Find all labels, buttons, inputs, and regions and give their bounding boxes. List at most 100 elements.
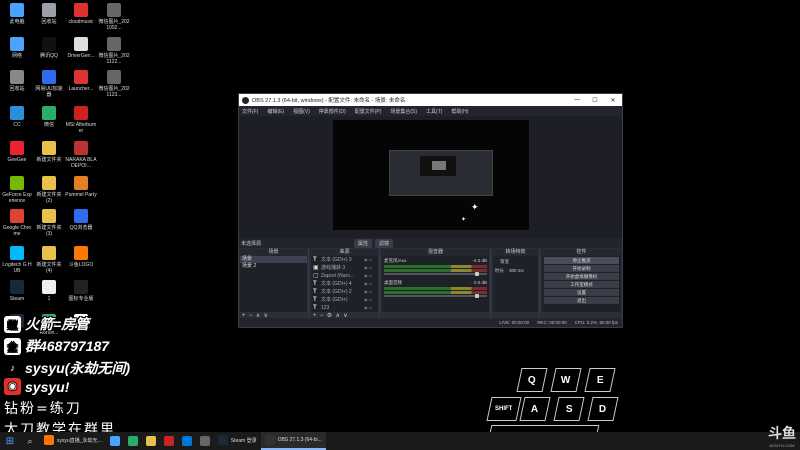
close-button[interactable]: ✕ [604,97,622,104]
desktop-icon[interactable]: QQ浏览器 [65,209,97,231]
menu-scene-collection[interactable]: 场景集合(S) [390,108,417,115]
desktop-icon[interactable]: 新建文件夹 (4) [33,246,65,274]
key-label: E [596,374,604,386]
obs-title: OBS 27.1.3 (64-bit, windows) - 配置文件: 未命名… [252,98,406,104]
app-icon [42,209,56,223]
taskbar-pinned-app[interactable] [142,432,160,450]
control-button[interactable]: 开始录制 [544,265,619,272]
app-icon [42,246,56,260]
control-button[interactable]: 开始虚拟摄像机 [544,273,619,280]
app-icon [107,3,121,17]
menu-docks[interactable]: 停靠部件(D) [319,108,346,115]
minimize-button[interactable]: — [568,97,586,103]
visibility-lock-icons[interactable]: ◉ ▭ [364,304,378,312]
desktop-icon[interactable]: Pummel Party [65,176,97,198]
search-icon[interactable]: ⌕ [20,432,40,450]
desktop-icon[interactable]: 1 [33,280,65,302]
desktop-icon[interactable]: 微信图片_2021122... [98,37,130,65]
slider-handle[interactable] [475,272,479,276]
sources-dock: 来源 T 文本 (GDI+) 3 ◉ ▭ ▣ 游戏捕获 3 ◉ ▭ ▢ Zapcel (Nar… [310,249,380,321]
filters-button[interactable]: 滤镜 [375,238,394,248]
volume-slider[interactable] [384,272,487,276]
taskbar-app[interactable]: sysyu直播_永劫无... [40,432,106,450]
visibility-lock-icons[interactable]: ◉ ▭ [364,264,378,272]
transition-select[interactable]: 渐变 [497,258,536,265]
desktop-icon[interactable]: 微信 [33,106,65,128]
source-item[interactable]: T 123 ◉ ▭ [311,304,378,312]
desktop-icon[interactable]: 腾讯QQ [33,37,65,59]
desktop-icon[interactable]: 新建文件夹 [33,141,65,163]
desktop-icon-label: 微信图片_2021123... [98,86,130,98]
windows-start-icon[interactable]: ⊞ [0,432,20,450]
slider-handle[interactable] [475,294,479,298]
source-item[interactable]: T 文本 (GDI+) 2 ◉ ▭ [311,288,378,296]
source-item[interactable]: T 文本 (GDI+) ◉ ▭ [311,296,378,304]
desktop-icon-label: 回收站 [9,86,25,92]
overlay-icon: ◉ [4,378,21,395]
desktop-icon[interactable]: DriverGen... [65,37,97,59]
maximize-button[interactable]: ☐ [586,97,604,104]
desktop-icon[interactable]: GeForce Experience [1,176,33,204]
desktop-icon-label: Launcher... [68,86,94,92]
control-button[interactable]: 工作室模式 [544,281,619,288]
desktop-icon[interactable]: 新建文件夹 (3) [33,209,65,237]
menu-tools[interactable]: 工具(T) [426,108,442,115]
properties-button[interactable]: 属性 [353,238,372,248]
source-item[interactable]: T 文本 (GDI+) 4 ◉ ▭ [311,280,378,288]
visibility-lock-icons[interactable]: ◉ ▭ [364,296,378,304]
source-item[interactable]: T 文本 (GDI+) 3 ◉ ▭ [311,256,378,264]
desktop-icon[interactable]: 新建文件夹 (2) [33,176,65,204]
obs-titlebar[interactable]: OBS 27.1.3 (64-bit, windows) - 配置文件: 未命名… [239,94,622,106]
taskbar-app[interactable]: Steam 登录 [214,432,261,450]
channel-name: 麦克风/Aux [384,258,407,263]
desktop-icon[interactable]: 微信图片_2021092... [98,3,130,31]
obs-window[interactable]: OBS 27.1.3 (64-bit, windows) - 配置文件: 未命名… [238,93,623,328]
desktop-icon[interactable]: 回收站 [1,70,33,92]
desktop-icon[interactable]: Steam [1,280,33,302]
preview-canvas[interactable]: ✦ ✦ [333,120,529,230]
taskbar-pinned-app[interactable] [124,432,142,450]
desktop-icon-label: 网络 [11,53,22,59]
control-button[interactable]: 设置 [544,289,619,296]
scene-item[interactable]: 场景 2 [240,263,307,270]
desktop-icon[interactable]: Logitech G HUB [1,246,33,274]
desktop-icon[interactable]: NARAKA BLADEPOI... [65,141,97,169]
taskbar-pinned-app[interactable] [160,432,178,450]
desktop-icon[interactable]: 此电脑 [1,3,33,25]
source-type-icon: T [313,305,317,311]
menu-profile[interactable]: 配置文件(P) [355,108,382,115]
source-item[interactable]: ▣ 游戏捕获 3 ◉ ▭ [311,264,378,272]
desktop-icon[interactable]: Launcher... [65,70,97,92]
menu-view[interactable]: 视图(V) [293,108,310,115]
desktop-icon[interactable]: 图标专业版 [65,280,97,302]
taskbar-pinned-app[interactable] [178,432,196,450]
visibility-lock-icons[interactable]: ◉ ▭ [364,280,378,288]
app-icon [107,37,121,51]
desktop-icon[interactable]: 微信图片_2021123... [98,70,130,98]
desktop-icon[interactable]: 斗鱼LOGO [65,246,97,268]
visibility-lock-icons[interactable]: ◉ ▭ [364,272,378,280]
taskbar-pinned-app[interactable] [196,432,214,450]
desktop-icon[interactable]: Google Chrome [1,209,33,237]
desktop-icon[interactable]: MSI Afterburner [65,106,97,134]
app-icon [10,209,24,223]
control-button[interactable]: 停止推流 [544,257,619,264]
duration-input[interactable]: 300 ms [506,267,536,274]
desktop-icon[interactable]: 回收站 [33,3,65,25]
menu-file[interactable]: 文件(F) [242,108,258,115]
source-item[interactable]: ▢ Zapcel (Naro... ◉ ▭ [311,272,378,280]
volume-slider[interactable] [384,294,487,298]
desktop-icon[interactable]: cloudmusic [65,3,97,25]
desktop-icon[interactable]: 网络 [1,37,33,59]
control-button[interactable]: 退出 [544,297,619,304]
visibility-lock-icons[interactable]: ◉ ▭ [364,288,378,296]
taskbar-pinned-app[interactable] [106,432,124,450]
taskbar-app[interactable]: OBS 27.1.3 (64-bi... [260,432,326,450]
visibility-lock-icons[interactable]: ◉ ▭ [364,256,378,264]
scene-item[interactable]: 场景 [240,256,307,263]
menu-edit[interactable]: 编辑(E) [267,108,284,115]
desktop-icon[interactable]: 网易UU加速器 [33,70,65,98]
desktop-icon[interactable]: GeeGee [1,141,33,163]
menu-help[interactable]: 帮助(H) [451,108,468,115]
desktop-icon[interactable]: CC [1,106,33,128]
